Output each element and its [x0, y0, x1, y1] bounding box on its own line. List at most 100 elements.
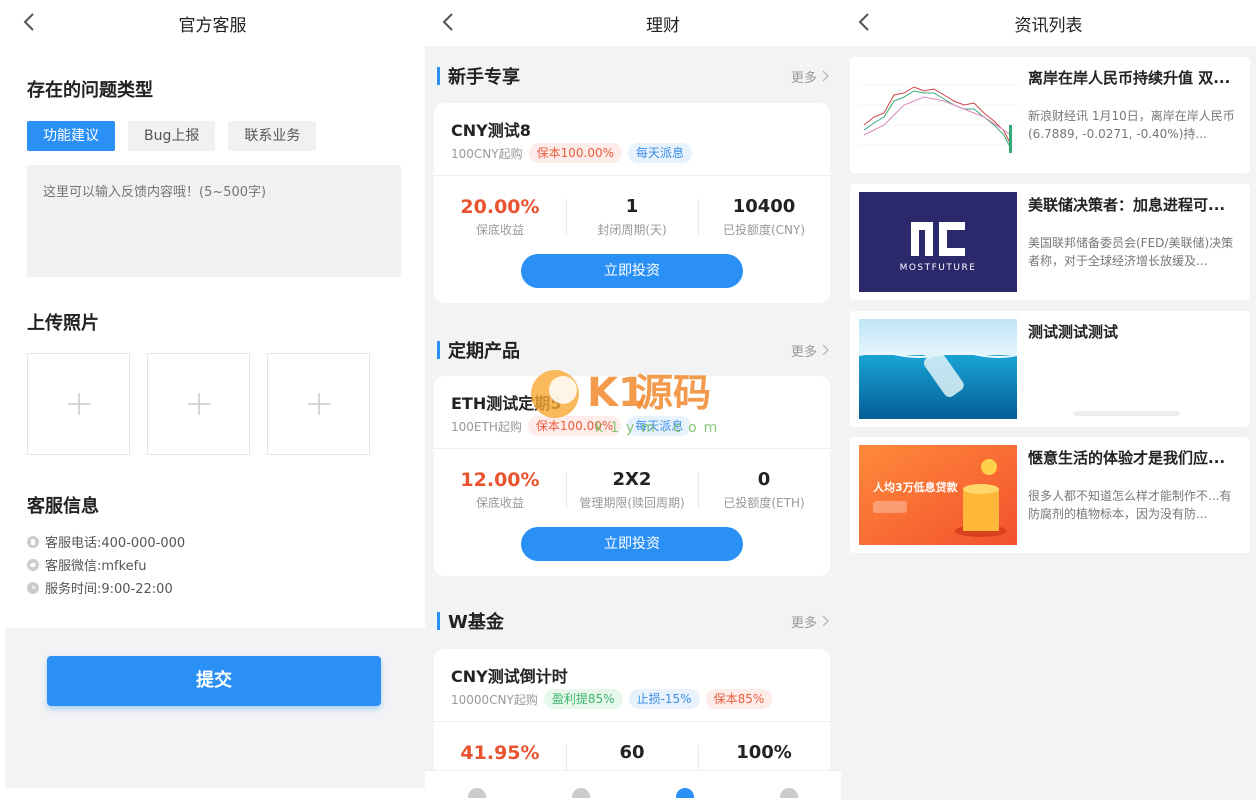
stat-label: 已投额度(ETH) — [723, 496, 805, 510]
tag-contact-business[interactable]: 联系业务 — [228, 121, 317, 151]
stat-label: 封闭周期(天) — [597, 223, 667, 237]
news-thumbnail-bottle — [859, 319, 1017, 419]
upload-slot-2[interactable] — [147, 353, 250, 455]
product-card[interactable]: CNY测试8 100CNY起购 保本100.00% 每天派息 20.00% 保底收… — [434, 103, 830, 303]
photo-uploads — [27, 353, 370, 455]
invest-button[interactable]: 立即投资 — [521, 527, 743, 561]
news-screen: 资讯列表 离岸在岸人民币持续升值 双... 新浪财经讯 1月10日，离岸在岸人民… — [841, 0, 1256, 800]
product-card[interactable]: ETH测试定期5 100ETH起购 保本100.00% 每天派息 12.00% 保… — [434, 376, 830, 576]
stat-period: 2X2 管理期限(赎回周期) — [566, 468, 698, 511]
product-card[interactable]: CNY测试倒计时 10000CNY起购 盈利提85% 止损-15% 保本85% … — [434, 649, 830, 789]
interest-badge: 每天派息 — [628, 143, 693, 163]
customer-service-screen: 官方客服 存在的问题类型 功能建议 Bug上报 联系业务 上传照片 客服信息 客… — [0, 0, 425, 800]
chevron-right-icon — [822, 344, 829, 356]
stat-label: 已投额度(CNY) — [722, 223, 806, 237]
invest-button[interactable]: 立即投资 — [521, 254, 743, 288]
section-title: W基金 — [448, 612, 504, 633]
submit-area: 提交 — [5, 628, 425, 788]
more-link[interactable]: 更多 — [791, 67, 829, 86]
divider — [434, 721, 830, 722]
section-bar — [437, 612, 440, 630]
back-arrow-icon[interactable] — [22, 12, 36, 32]
min-purchase: 100CNY起购 — [451, 146, 523, 161]
issue-type-tags: 功能建议 Bug上报 联系业务 — [27, 121, 317, 151]
more-label: 更多 — [790, 615, 817, 631]
plus-icon — [187, 393, 210, 415]
principal-badge: 保本100.00% — [528, 143, 622, 163]
more-label: 更多 — [790, 70, 817, 86]
back-arrow-icon[interactable] — [441, 12, 455, 32]
nav-bar: 官方客服 — [0, 0, 425, 46]
stat-value: 0 — [757, 469, 771, 490]
interest-badge: 每天派息 — [627, 416, 692, 436]
finance-screen: 理财 新手专享 更多 CNY测试8 100CNY起购 保本100.00% 每天派… — [425, 0, 841, 800]
stat-value: 60 — [619, 742, 645, 763]
product-name: CNY测试8 — [451, 121, 531, 140]
section-bar — [437, 67, 440, 85]
page-title: 理财 — [646, 15, 680, 36]
tag-feature-suggestion[interactable]: 功能建议 — [27, 121, 115, 151]
product-stats: 41.95% 60 100% — [434, 741, 830, 781]
divider — [434, 175, 830, 176]
upload-slot-1[interactable] — [27, 353, 130, 455]
take-profit-badge: 盈利提85% — [543, 689, 623, 709]
chevron-right-icon — [822, 70, 829, 82]
news-thumbnail-logo: MOSTFUTURE — [859, 192, 1017, 292]
section-header-newbie: 新手专享 更多 — [437, 64, 829, 88]
news-thumbnail-banner: 人均3万低息贷款 — [859, 445, 1017, 545]
tag-bug-report[interactable]: Bug上报 — [128, 121, 216, 151]
plus-icon — [67, 393, 90, 415]
back-arrow-icon[interactable] — [857, 12, 871, 32]
submit-button[interactable]: 提交 — [47, 656, 381, 706]
stat-label: 保底收益 — [475, 223, 524, 237]
stat-period: 1 封闭周期(天) — [566, 195, 698, 238]
news-item[interactable]: 人均3万低息贷款 惬意生活的体验才是我们应... 很多人都不知道怎么样才能制作不… — [850, 437, 1250, 553]
news-title: 测试测试测试 — [1028, 323, 1119, 341]
news-desc: 美国联邦储备委员会(FED/美联储)决策者称，对于全球经济增长放缓及... — [1028, 236, 1234, 268]
hours-text: 服务时间:9:00-22:00 — [45, 582, 173, 597]
tab-finance-icon[interactable] — [676, 787, 694, 798]
contact-hours: 服务时间:9:00-22:00 — [27, 576, 185, 599]
contact-wechat: 客服微信:mfkefu — [27, 553, 185, 576]
stat-yield: 12.00% 保底收益 — [434, 468, 566, 511]
stat-value: 41.95% — [460, 742, 540, 764]
feedback-input[interactable] — [27, 165, 401, 277]
plus-icon — [307, 393, 330, 415]
news-desc: 很多人都不知道怎么样才能制作不...有防腐剂的植物标本，因为没有防... — [1028, 489, 1232, 521]
stat-value: 1 — [625, 196, 639, 217]
stat-invested: 0 已投额度(ETH) — [698, 468, 830, 511]
section-title: 定期产品 — [448, 341, 520, 362]
news-item[interactable]: 测试测试测试 — [850, 311, 1250, 427]
tab-market-icon[interactable] — [572, 787, 590, 798]
upload-slot-3[interactable] — [267, 353, 370, 455]
chevron-right-icon — [822, 615, 829, 627]
stat-yield: 20.00% 保底收益 — [434, 195, 566, 238]
product-name: CNY测试倒计时 — [451, 667, 568, 686]
min-purchase: 100ETH起购 — [451, 419, 522, 434]
nav-bar: 理财 — [425, 0, 841, 46]
news-desc: 新浪财经讯 1月10日，离岸在岸人民币(6.7889, -0.0271, -0.… — [1028, 109, 1235, 141]
more-link[interactable]: 更多 — [791, 341, 829, 360]
more-link[interactable]: 更多 — [791, 612, 829, 631]
section-bar — [437, 341, 440, 359]
news-desc — [1028, 361, 1242, 415]
page-title: 资讯列表 — [1014, 15, 1083, 36]
principal-badge: 保本85% — [705, 689, 773, 709]
tab-home-icon[interactable] — [468, 787, 486, 798]
upload-title: 上传照片 — [27, 313, 99, 334]
tab-profile-icon[interactable] — [780, 787, 798, 798]
divider — [434, 448, 830, 449]
news-thumbnail-chart — [859, 65, 1017, 165]
stat-value: 12.00% — [460, 469, 540, 491]
product-stats: 20.00% 保底收益 1 封闭周期(天) 10400 已投额度(CNY) — [434, 195, 830, 238]
min-purchase: 10000CNY起购 — [451, 692, 538, 707]
issue-type-title: 存在的问题类型 — [27, 80, 153, 101]
stat-progress: 100% — [698, 741, 830, 781]
news-item[interactable]: MOSTFUTURE 美联储决策者：加息进程可... 美国联邦储备委员会(FED… — [850, 184, 1250, 300]
product-stats: 12.00% 保底收益 2X2 管理期限(赎回周期) 0 已投额度(ETH) — [434, 468, 830, 511]
product-sub: 10000CNY起购 盈利提85% 止损-15% 保本85% — [451, 689, 773, 709]
brand-logo-text: MOSTFUTURE — [900, 263, 977, 273]
news-item[interactable]: 离岸在岸人民币持续升值 双... 新浪财经讯 1月10日，离岸在岸人民币(6.7… — [850, 57, 1250, 173]
more-label: 更多 — [790, 344, 817, 360]
contact-info: 客服电话:400-000-000 客服微信:mfkefu 服务时间:9:00-2… — [27, 530, 185, 599]
